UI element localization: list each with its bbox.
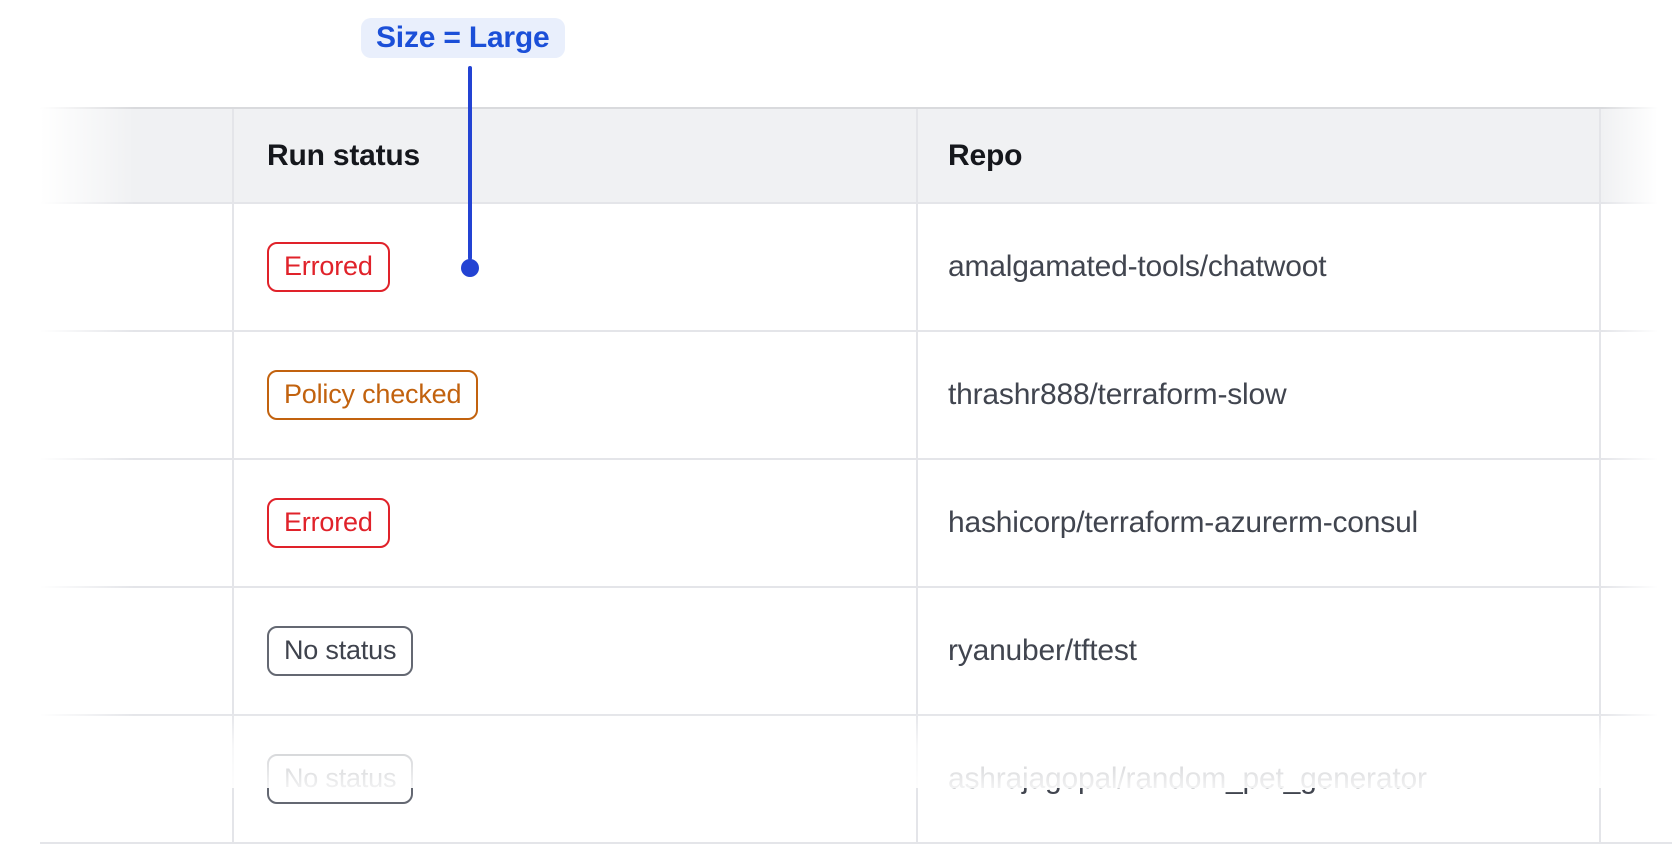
run-status-header-label: Run status xyxy=(267,139,420,173)
repo-cell: amalgamated-tools/chatwoot xyxy=(916,204,1599,332)
repo-cell: ryanuber/tftest xyxy=(916,588,1599,716)
header-cell-run-status: Run status xyxy=(232,109,916,204)
run-status-badge: No status xyxy=(267,626,413,676)
annotation-dot xyxy=(461,259,479,277)
repo-name: ryanuber/tftest xyxy=(948,634,1137,668)
repo-name: thrashr888/terraform-slow xyxy=(948,378,1286,412)
run-status-cell: Errored xyxy=(232,204,916,332)
repo-name: hashicorp/terraform-azurerm-consul xyxy=(948,506,1418,540)
run-status-cell: No status xyxy=(232,588,916,716)
edge-cell xyxy=(1599,716,1672,844)
annotation-connector-line xyxy=(468,66,472,260)
run-status-cell: Policy checked xyxy=(232,332,916,460)
edge-cell xyxy=(1599,332,1672,460)
repo-cell: thrashr888/terraform-slow xyxy=(916,332,1599,460)
header-cell-repo: Repo xyxy=(916,109,1599,204)
edge-cell xyxy=(1599,588,1672,716)
row-empty-cell xyxy=(40,716,232,844)
repo-cell: ashrajagopal/random_pet_generator xyxy=(916,716,1599,844)
row-empty-cell xyxy=(40,460,232,588)
run-status-badge: No status xyxy=(267,754,413,804)
run-status-badge: Errored xyxy=(267,242,390,292)
repo-header-label: Repo xyxy=(948,139,1022,173)
repo-cell: hashicorp/terraform-azurerm-consul xyxy=(916,460,1599,588)
header-cell-empty xyxy=(40,109,232,204)
repo-name: ashrajagopal/random_pet_generator xyxy=(948,762,1427,796)
run-status-cell: Errored xyxy=(232,460,916,588)
row-empty-cell xyxy=(40,588,232,716)
row-empty-cell xyxy=(40,332,232,460)
edge-cell xyxy=(1599,204,1672,332)
annotation-label: Size = Large xyxy=(361,18,565,58)
runs-table: Run status Repo Errored amalgamated-tool… xyxy=(40,107,1672,844)
repo-name: amalgamated-tools/chatwoot xyxy=(948,250,1326,284)
header-cell-edge xyxy=(1599,109,1672,204)
run-status-cell: No status xyxy=(232,716,916,844)
run-status-badge: Errored xyxy=(267,498,390,548)
row-empty-cell xyxy=(40,204,232,332)
run-status-badge: Policy checked xyxy=(267,370,478,420)
edge-cell xyxy=(1599,460,1672,588)
